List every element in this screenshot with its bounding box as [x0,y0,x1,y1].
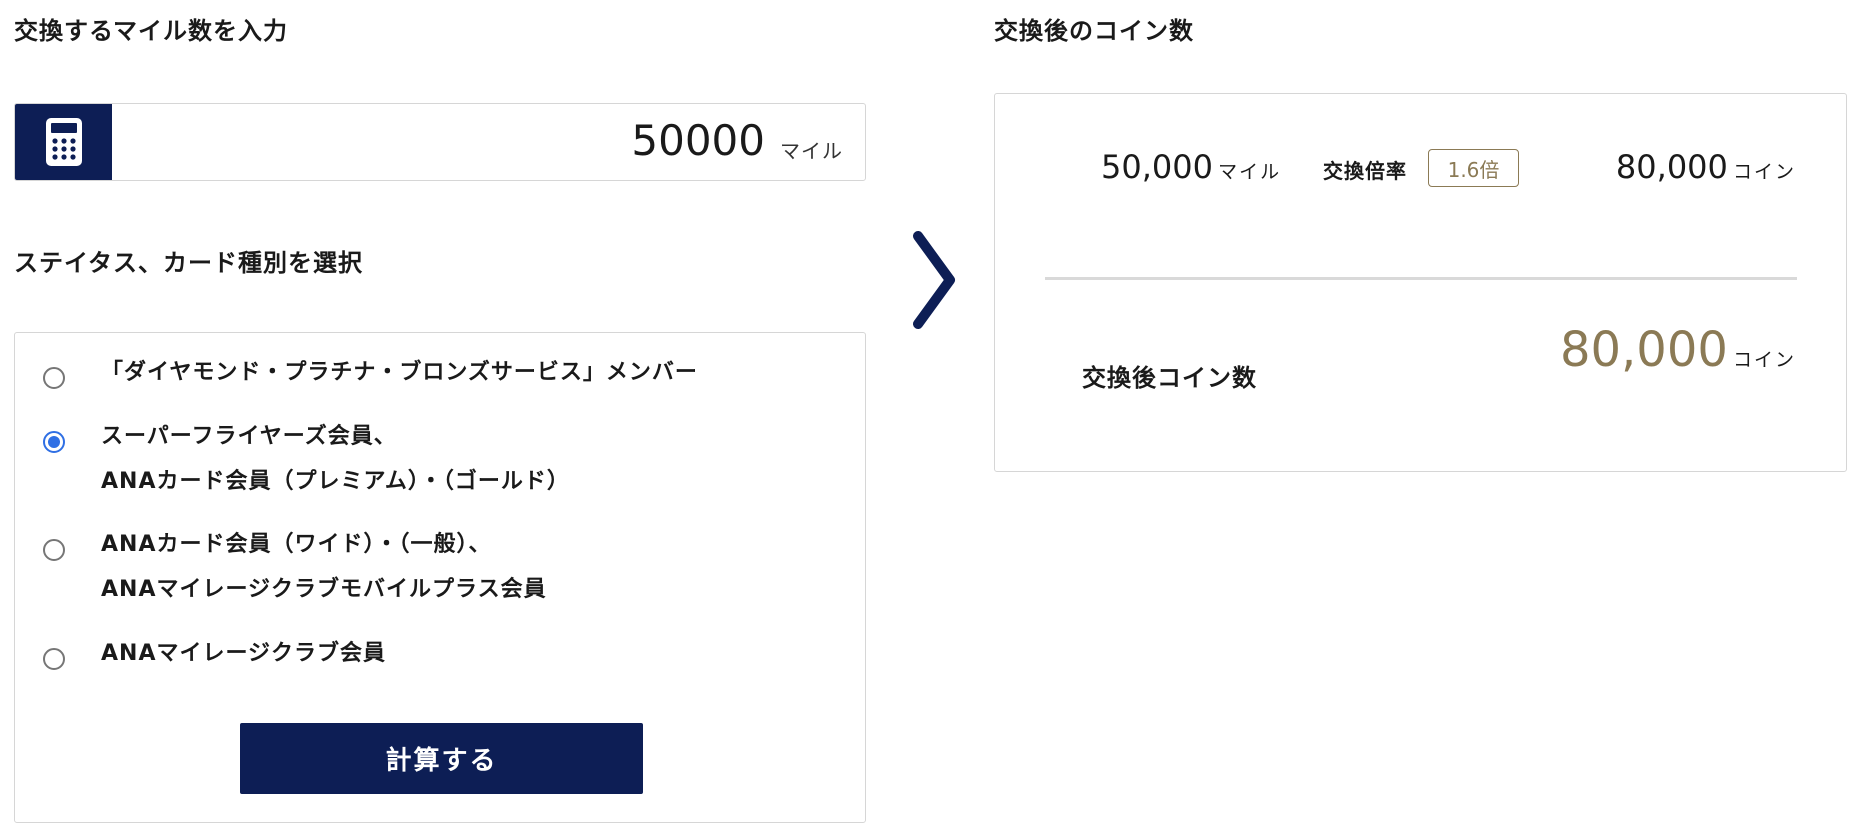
calculator-button[interactable] [15,104,112,180]
result-miles-value: 50,000 [1101,148,1213,186]
result-miles-unit: マイル [1218,161,1282,183]
status-option-2-line2: ANAカード会員（プレミアム）・（ゴールド） [101,469,570,494]
status-radio-3[interactable] [43,539,65,561]
status-option-2-line1: スーパーフライヤーズ会員、 [101,424,397,449]
result-coins-value: 80,000 [1615,148,1728,186]
result-miles: 50,000 マイル [1101,148,1281,186]
status-radio-2[interactable] [43,431,65,453]
calculator-icon [45,118,82,166]
result-divider [1045,277,1797,280]
miles-input-value[interactable]: 50000 [631,116,765,165]
status-radio-1[interactable] [43,367,65,389]
result-coins-unit: コイン [1732,161,1796,183]
chevron-right-icon [913,231,955,329]
status-option-3-label[interactable]: ANAカード会員（ワイド）・（一般）、 ANAマイレージクラブモバイルプラス会員 [101,522,547,612]
rate-label: 交換倍率 [1323,159,1407,183]
status-select-panel: 「ダイヤモンド・プラチナ・ブロンズサービス」メンバー スーパーフライヤーズ会員、… [14,332,866,823]
result-panel: 50,000 マイル 交換倍率 1.6倍 80,000 コイン 交換後コイン数 … [994,93,1847,472]
total-coins-label: 交換後コイン数 [1082,364,1257,392]
status-option-3-line1: ANAカード会員（ワイド）・（一般）、 [101,532,492,557]
status-option-1-line1: 「ダイヤモンド・プラチナ・ブロンズサービス」メンバー [101,360,698,385]
status-option-2-label[interactable]: スーパーフライヤーズ会員、 ANAカード会員（プレミアム）・（ゴールド） [101,414,570,504]
status-radio-4[interactable] [43,648,65,670]
status-option-3-line2: ANAマイレージクラブモバイルプラス会員 [101,577,547,602]
total-coins: 80,000 コイン [1560,322,1796,378]
result-heading: 交換後のコイン数 [994,17,1194,45]
calculate-button[interactable]: 計算する [240,723,643,794]
status-option-4-line1: ANAマイレージクラブ会員 [101,641,387,666]
rate-badge: 1.6倍 [1428,149,1519,187]
miles-input-unit: マイル [780,139,843,163]
total-coins-unit: コイン [1732,349,1796,371]
status-option-1-label[interactable]: 「ダイヤモンド・プラチナ・ブロンズサービス」メンバー [101,350,698,395]
status-heading: ステイタス、カード種別を選択 [14,249,364,277]
result-coins: 80,000 コイン [1616,148,1796,186]
miles-input-heading: 交換するマイル数を入力 [14,17,289,45]
status-option-4-label[interactable]: ANAマイレージクラブ会員 [101,631,386,676]
total-coins-value: 80,000 [1559,322,1728,378]
miles-input-field[interactable]: 50000 マイル [14,103,866,181]
